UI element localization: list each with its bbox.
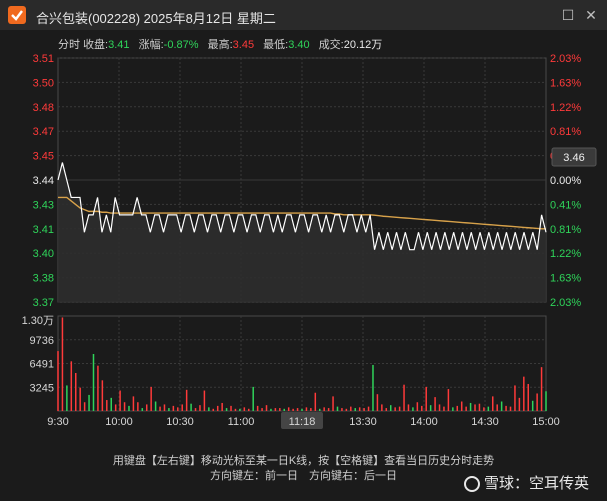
pct-tick-label: 1.22% <box>550 248 581 260</box>
price-tick-label: 3.43 <box>33 199 54 211</box>
pct-tick-label: 1.63% <box>550 273 581 285</box>
price-tick-label: 3.41 <box>33 224 54 236</box>
keyboard-hint-line1: 用键盘【左右键】移动光标至某一日K线，按【空格键】查看当日历史分时走势 <box>112 455 495 467</box>
time-tick-label: 14:00 <box>410 416 438 428</box>
pct-tick-label: 2.03% <box>550 53 581 65</box>
price-tick-label: 3.38 <box>33 273 54 285</box>
pct-tick-label: 0.81% <box>550 224 581 236</box>
price-tick-label: 3.44 <box>33 175 54 187</box>
time-tick-label: 13:30 <box>349 416 377 428</box>
price-tick-label: 3.50 <box>33 77 54 89</box>
pct-tick-label: 1.22% <box>550 102 581 114</box>
brand-text: 雪球：空耳传英 <box>483 475 589 492</box>
time-tick-label: 10:00 <box>105 416 133 428</box>
price-tick-label: 3.45 <box>33 151 54 163</box>
time-tick-label: 11:00 <box>228 416 255 428</box>
time-tick-label: 14:30 <box>471 416 499 428</box>
pct-tick-label: 2.03% <box>550 297 581 309</box>
price-tick-label: 3.37 <box>33 297 54 309</box>
pct-tick-label: 0.81% <box>550 126 581 138</box>
volume-tick-label: 9736 <box>30 335 54 347</box>
pct-tick-label: 0.00% <box>550 175 581 187</box>
volume-tick-label: 1.30万 <box>22 315 54 327</box>
pct-tick-label: 0.41% <box>550 199 581 211</box>
time-tick-label: 9:30 <box>47 416 68 428</box>
price-tick-label: 3.48 <box>33 102 54 114</box>
volume-tick-label: 6491 <box>30 359 54 371</box>
xueqiu-logo-icon <box>463 476 480 492</box>
time-tick-label: 11:18 <box>289 416 316 428</box>
price-tick-label: 3.47 <box>33 126 54 138</box>
time-tick-label: 15:00 <box>532 416 560 428</box>
intraday-chart[interactable]: 3.51 2.03% 3.50 1.63% 3.48 1.22% 3.47 0.81% 3.45… <box>0 0 607 440</box>
price-tick-label: 3.51 <box>33 53 54 65</box>
watermark-brand: 雪球：空耳传英 <box>463 472 589 493</box>
time-tick-label: 10:30 <box>166 416 194 428</box>
price-tick-label: 3.40 <box>33 248 54 260</box>
volume-tick-label: 3245 <box>30 382 54 394</box>
pct-tick-label: 1.63% <box>550 77 581 89</box>
current-price-tag: 3.46 <box>563 152 584 164</box>
